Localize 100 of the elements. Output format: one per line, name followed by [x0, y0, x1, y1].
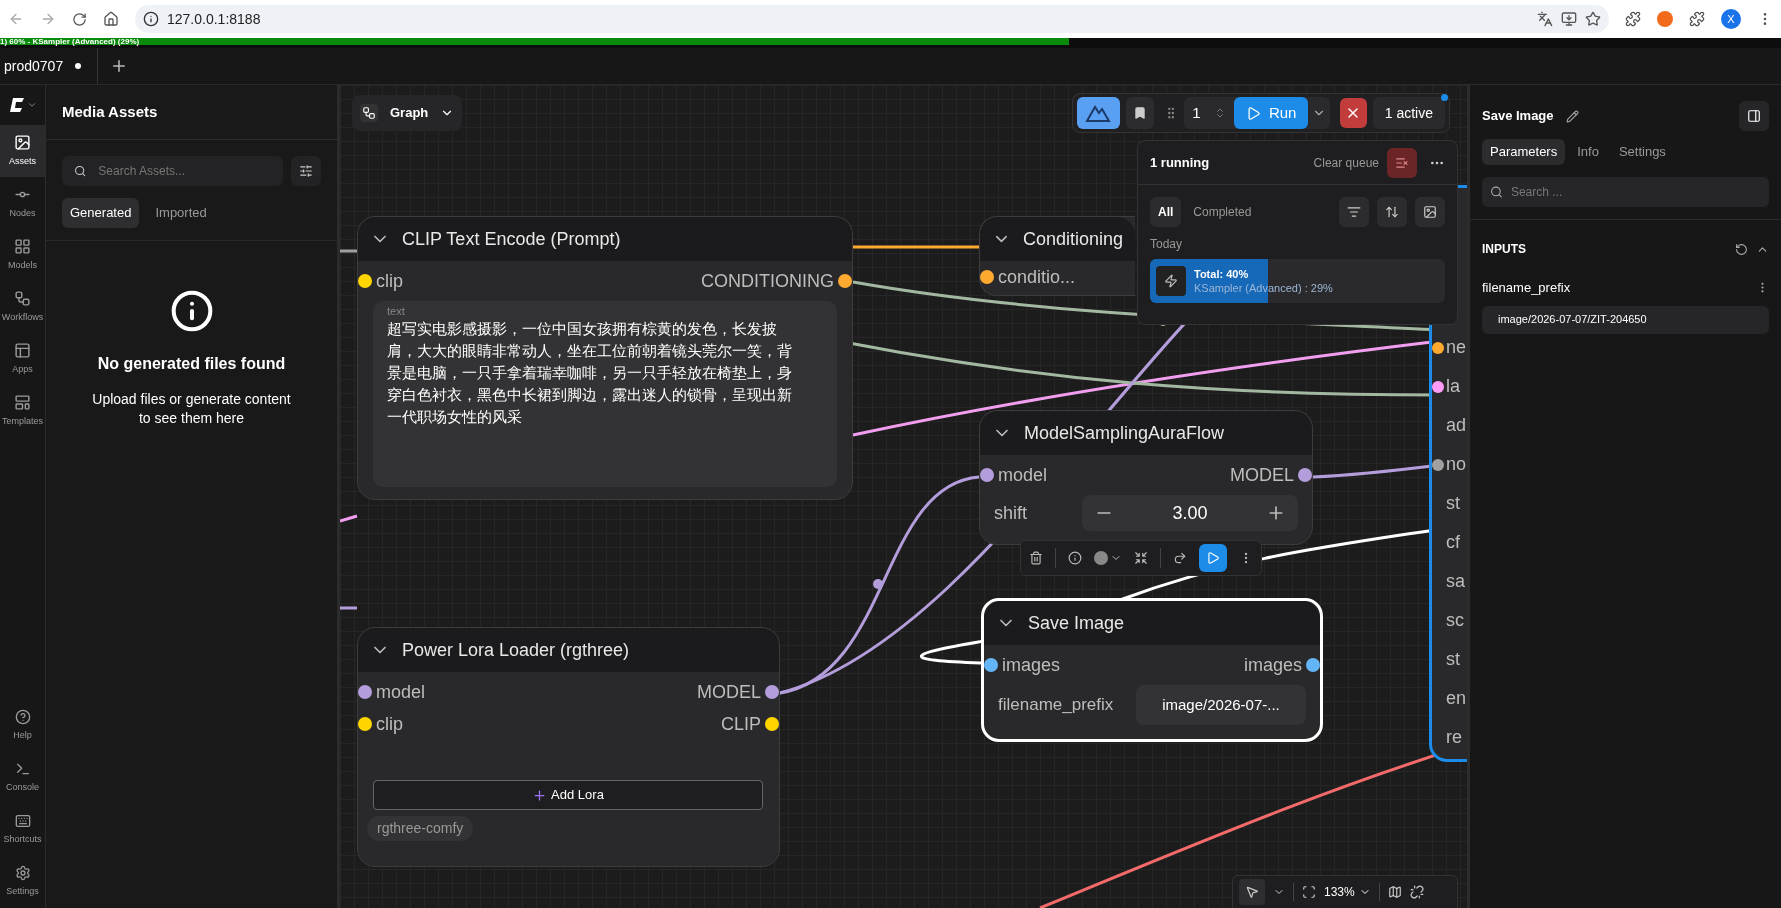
search-input[interactable]: Search Assets...	[98, 162, 271, 180]
graph-canvas[interactable]	[340, 85, 1467, 908]
toggle-panel-button[interactable]	[1739, 101, 1769, 131]
rail-item[interactable]: Models	[0, 229, 45, 281]
panel-title: Media Assets	[62, 101, 158, 122]
bypass-icon[interactable]	[1173, 551, 1187, 565]
install-icon[interactable]	[1561, 11, 1577, 27]
node-header[interactable]: Conditioning	[980, 217, 1135, 261]
input-label: en	[1446, 687, 1467, 710]
graph-node[interactable]: Save Image images images filename_prefix image/2026-07-...	[981, 598, 1323, 742]
graph-node[interactable]: Power Lora Loader (rgthree) model MODEL clip CLIP Add Lora rgthree-comfy	[357, 627, 780, 867]
rail-item[interactable]: Settings	[0, 856, 45, 908]
node-title: CLIP Text Encode (Prompt)	[402, 227, 621, 251]
input-label: sc	[1446, 609, 1464, 632]
search-field[interactable]: Search ...	[1482, 177, 1769, 207]
play-icon	[1245, 105, 1261, 121]
clear-queue-icon-button[interactable]	[1387, 147, 1417, 178]
play-icon	[1206, 551, 1220, 565]
node-header[interactable]: CLIP Text Encode (Prompt)	[358, 217, 852, 261]
bookmark-star-icon[interactable]	[1585, 11, 1601, 27]
caret-icon[interactable]	[26, 100, 37, 110]
node-header[interactable]: Save Image	[984, 601, 1320, 645]
edit-icon[interactable]	[1565, 109, 1579, 123]
bookmark-button[interactable]	[1125, 97, 1154, 129]
queue-filter-tab[interactable]: All	[1150, 197, 1182, 227]
gallery-button[interactable]	[1415, 197, 1445, 227]
rail-item[interactable]: Console	[0, 752, 45, 804]
profile-avatar[interactable]: X	[1721, 9, 1741, 29]
rail-icon	[14, 289, 31, 307]
output-label: CONDITIONING	[701, 269, 834, 293]
graph-node[interactable]: ModelSamplingAuraFlow model MODEL shift 3.00	[979, 410, 1313, 545]
node-header[interactable]: Power Lora Loader (rgthree)	[358, 628, 779, 672]
input-label: clip	[376, 269, 403, 293]
input-label: no	[1446, 453, 1467, 476]
tab-title: prod0707	[4, 56, 64, 76]
color-picker[interactable]	[1094, 551, 1122, 565]
prompt-text-area[interactable]: text 超写实电影感摄影，一位中国女孩拥有棕黄的发色，长发披肩，大大的眼睛非常动人，坐在工位前朝着镜头莞尔一笑，背景是电脑，一只手拿着瑞幸咖啡，另一只手轻放在椅垫上，身穿白色衬衣，黑色中长裙到脚边，露出迷人的锁骨，呈现出新一代职场女性的风采	[373, 301, 837, 487]
reload-icon[interactable]	[72, 11, 87, 27]
graph-mode-button[interactable]: Graph	[352, 95, 463, 131]
graph-node[interactable]: CLIP Text Encode (Prompt) clip CONDITIONING text 超写实电影感摄影，一位中国女孩拥有棕黄的发色，长发披肩，大大的眼睛非常动人，坐在工位前朝着镜头莞尔一笑，背景是电脑，一只手拿着瑞幸咖啡，另一只手轻放在椅垫上，身穿白色衬衣，黑色中长裙到脚边，露出迷人的锁骨，呈现出新一代职场女性的风采	[357, 216, 853, 500]
run-button[interactable]: Run	[1234, 97, 1309, 129]
panel-title: Save Image	[1482, 107, 1554, 126]
workflow-tab[interactable]: prod0707	[0, 48, 99, 84]
empty-title: No generated files found	[97, 354, 286, 374]
hide-links-icon[interactable]	[1409, 885, 1424, 899]
input-label: re	[1446, 726, 1462, 749]
add-lora-button[interactable]: Add Lora	[373, 780, 763, 810]
rail-icon	[14, 133, 31, 151]
extensions-icon[interactable]	[1689, 11, 1705, 27]
rail-item[interactable]: Templates	[0, 385, 45, 437]
number-stepper[interactable]: 3.00	[1082, 495, 1298, 531]
panel-tab[interactable]: Parameters	[1482, 139, 1566, 165]
translate-icon[interactable]	[1537, 11, 1553, 27]
rail-item[interactable]: Apps	[0, 333, 45, 385]
rail-icon	[14, 393, 31, 411]
app-logo-icon[interactable]	[8, 97, 25, 113]
logo-button[interactable]	[1077, 97, 1120, 129]
sort-button[interactable]	[1377, 197, 1407, 227]
home-icon[interactable]	[103, 11, 119, 27]
select-tool-button[interactable]	[1239, 879, 1265, 905]
info-icon[interactable]	[1068, 551, 1082, 565]
graph-node[interactable]: Conditioning conditio...	[979, 216, 1135, 296]
run-node-button[interactable]	[1199, 544, 1227, 572]
rail-item[interactable]: Nodes	[0, 177, 45, 229]
rail-item[interactable]: Workflows	[0, 281, 45, 333]
link-wire	[340, 249, 357, 253]
panel-tab[interactable]: Info	[1569, 139, 1607, 165]
active-queue-button[interactable]: 1 active	[1372, 97, 1445, 129]
filename-field[interactable]: image/2026-07-07/ZIT-204650	[1482, 305, 1769, 334]
graph-icon	[360, 104, 378, 122]
filter-button[interactable]	[1339, 197, 1369, 227]
site-info-icon[interactable]	[143, 11, 159, 27]
clear-queue-button[interactable]: Clear queue	[1313, 153, 1379, 172]
node-header[interactable]: ModelSamplingAuraFlow	[980, 411, 1312, 455]
extension-icon[interactable]	[1657, 11, 1673, 27]
text-widget[interactable]: image/2026-07-...	[1136, 685, 1306, 725]
minimap-icon[interactable]	[1387, 885, 1402, 899]
search-field[interactable]: Search Assets...	[62, 156, 283, 186]
filter-button[interactable]	[291, 156, 321, 186]
search-icon	[1490, 185, 1503, 199]
rail-item[interactable]: Shortcuts	[0, 804, 45, 856]
collapse-icon[interactable]	[1134, 551, 1148, 565]
fit-view-icon[interactable]	[1302, 885, 1316, 899]
cancel-button[interactable]	[1340, 98, 1367, 128]
assets-tab[interactable]: Imported	[147, 198, 215, 228]
batch-count-field[interactable]: 1	[1184, 97, 1235, 129]
queue-filter-tab[interactable]: Completed	[1185, 197, 1260, 227]
reroute-dot[interactable]	[873, 579, 883, 589]
assets-tab[interactable]: Generated	[62, 198, 140, 228]
delete-icon[interactable]	[1029, 551, 1043, 565]
link-wire	[340, 606, 357, 610]
widget-label: shift	[994, 501, 1027, 525]
rail-item[interactable]: Help	[0, 700, 45, 752]
reset-icon[interactable]	[1735, 242, 1748, 256]
extension-icon[interactable]	[1625, 11, 1641, 27]
address-bar[interactable]: 127.0.0.1:8188	[135, 5, 1609, 33]
search-input[interactable]: Search ...	[1510, 183, 1761, 201]
zoom-button[interactable]: 133%	[1324, 883, 1371, 901]
panel-tab[interactable]: Settings	[1610, 139, 1674, 165]
rail-item[interactable]: Assets	[0, 125, 45, 177]
